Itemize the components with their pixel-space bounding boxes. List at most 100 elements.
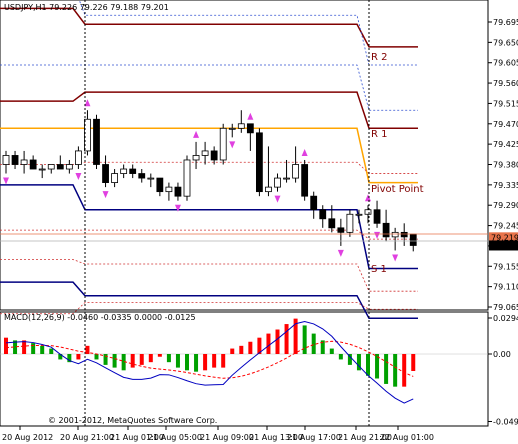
macd-bar [185, 354, 189, 371]
bull-candle-body [38, 168, 46, 171]
bull-candle-body [364, 209, 372, 215]
macd-bar [94, 354, 99, 360]
macd-bar [366, 354, 370, 376]
candle[interactable] [219, 123, 227, 165]
macd-bar [329, 348, 334, 354]
bear-candle-body [310, 195, 318, 211]
price-tick-label: 79.290 [493, 201, 518, 210]
bear-candle-body [11, 155, 19, 165]
symbol-info: USDJPY,H1 79.226 79.226 79.188 79.201 [4, 3, 169, 12]
bear-candle-body [210, 150, 218, 161]
price-tick-label: 79.245 [493, 222, 518, 231]
price-tick-label: 79.155 [493, 262, 518, 271]
s1-label: S 1 [371, 264, 387, 275]
price-tick-label: 79.425 [493, 140, 518, 149]
macd-bar [157, 354, 162, 357]
bear-candle-body [138, 173, 146, 179]
macd-bar [40, 345, 45, 354]
bear-candle-body [319, 209, 327, 220]
bear-candle-body [56, 164, 64, 170]
macd-bar [139, 354, 144, 365]
macd-bar [148, 354, 153, 363]
bull-candle-body [75, 150, 82, 165]
macd-tick-label: 0.00 [493, 350, 511, 359]
macd-bar [411, 354, 416, 372]
macd-bar [311, 333, 316, 354]
candle[interactable] [255, 128, 263, 197]
candle[interactable] [93, 114, 100, 170]
macd-bar [302, 325, 307, 354]
bull-candle-body [237, 123, 245, 129]
pivot-point-label: Pivot Point [371, 184, 424, 195]
bear-candle-body [400, 231, 408, 238]
price-tick-label: 79.515 [493, 99, 518, 108]
bull-candle-body [228, 127, 236, 130]
price-tick-label: 79.650 [493, 38, 518, 47]
r2-label: R 2 [371, 52, 388, 63]
macd-bar [175, 354, 180, 368]
macd-bar [230, 348, 235, 354]
time-axis: 20 Aug 2012 20 Aug 21:0021 Aug 01:0021 Au… [2, 426, 434, 442]
bull-candle-body [355, 213, 363, 216]
bear-candle-body [174, 186, 182, 197]
bull-candle-body [192, 155, 200, 161]
bear-candle-body [93, 118, 100, 165]
bear-candle-body [409, 233, 417, 246]
bull-candle-body [120, 168, 128, 174]
bull-candle-body [283, 177, 290, 180]
time-tick-label: 20 Aug 2012 [2, 433, 53, 442]
price-tick-label: 79.605 [493, 59, 518, 68]
price-tick-label: 79.695 [493, 18, 518, 27]
macd-bar [402, 354, 407, 387]
macd-bar [194, 354, 199, 372]
bull-candle-body [111, 173, 118, 183]
bull-candle-body [65, 164, 73, 170]
bull-candle-body [346, 213, 354, 233]
bear-candle-body [129, 168, 137, 174]
r1-label: R 1 [371, 129, 388, 140]
macd-bar [221, 354, 226, 368]
bear-candle-body [328, 218, 336, 229]
bull-candle-body [47, 164, 55, 170]
macd-bar [393, 354, 398, 387]
bull-candle-body [165, 186, 173, 193]
macd-bar [130, 354, 135, 368]
price-tick-label: 79.110 [493, 283, 518, 292]
macd-bar [239, 345, 244, 354]
price-tick-label: 79.560 [493, 79, 518, 88]
bear-candle-body [373, 209, 381, 224]
macd-bar [284, 324, 289, 354]
price-tick-label: 79.335 [493, 181, 518, 190]
macd-tick-label: -0.0496 [493, 417, 518, 426]
candle[interactable] [301, 159, 309, 201]
candle[interactable] [183, 155, 191, 201]
macd-axis: 0.0294 0.00 -0.0496 [488, 314, 518, 426]
price-tick-label: 79.065 [493, 303, 518, 312]
time-tick-label: 21 Aug 09:00 [200, 433, 254, 442]
price-tick-label: 79.380 [493, 161, 518, 170]
bull-candle-body [391, 231, 399, 238]
mt4-chart-window[interactable]: USDJPY,H1 79.226 79.226 79.188 79.201 R … [0, 0, 518, 444]
time-tick-label: 20 Aug 21:00 [60, 433, 114, 442]
price-badge-label: 79.201 [491, 241, 518, 250]
macd-bar [338, 354, 343, 360]
bear-candle-body [29, 159, 37, 170]
bull-candle-body [274, 177, 281, 188]
macd-bar [166, 354, 171, 363]
time-tick-label: 21 Aug 05:00 [148, 433, 202, 442]
price-axis[interactable]: 79.695 79.650 79.605 79.560 79.515 79.470 79.4… [488, 18, 518, 312]
bear-candle-body [246, 123, 254, 134]
bull-candle-body [265, 186, 272, 193]
macd-bar [31, 343, 36, 354]
macd-bar [4, 337, 8, 354]
macd-bar [384, 354, 389, 384]
macd-bar [248, 341, 253, 354]
bull-candle-body [201, 150, 209, 156]
macd-bar [275, 329, 280, 354]
macd-bar [22, 340, 27, 354]
macd-title: MACD(12,26,9) -0.0460 -0.0335 0.0000 -0.… [4, 313, 196, 322]
time-tick-label: 21 Aug 17:00 [287, 433, 341, 442]
price-badges: 79.21979.201 [489, 232, 518, 251]
bull-candle-body [183, 159, 191, 197]
macd-bar [212, 354, 217, 368]
